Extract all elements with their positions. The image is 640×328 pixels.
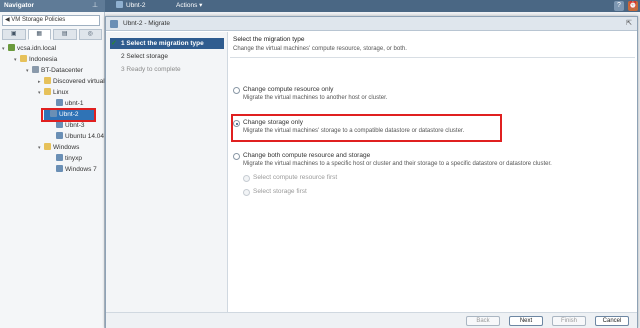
radio-storage-first [243,189,250,196]
vm-icon [56,121,63,128]
tree-label: Ubuntu 14.04 T [65,133,110,140]
tree-label: Windows 7 [65,166,97,173]
datacenter-icon [32,66,39,73]
tree-label: vcsa.idn.local [17,45,57,52]
navigator-title: Navigator [0,0,105,12]
pin-icon[interactable]: ⊥ [92,2,100,10]
tree-item-windows[interactable]: ▾ Windows [38,142,79,153]
vm-icon [110,20,118,28]
vcenter-icon [8,44,15,51]
folder-icon [44,143,51,150]
chevron-down-icon: ▾ [199,2,203,9]
vm-icon [116,1,123,8]
tab-network[interactable]: ◎ [78,29,102,40]
object-tab[interactable]: Ubnt-2 [116,0,146,12]
tree-label: Indonesia [29,56,58,63]
tree-item-indonesia[interactable]: ▾ Indonesia [14,54,57,65]
minimize-icon[interactable]: ⇱ [625,20,633,28]
back-button[interactable]: Back [466,316,500,326]
navigator-panel: ◀ VM Storage Policies ▣ ▦ ▤ ◎ ▾ vcsa.idn.… [0,12,110,328]
option-label: Select storage first [253,188,307,195]
selection-highlight-box [41,108,96,122]
alarm-icon[interactable]: ⏰ [628,1,638,11]
divider [230,57,635,58]
step-label: 2 Select storage [121,53,168,60]
vm-icon [56,154,63,161]
vm-storage-policies-link[interactable]: ◀ VM Storage Policies [2,15,100,26]
vm-icon [56,99,63,106]
navigator-tabs: ▣ ▦ ▤ ◎ [2,29,102,40]
finish-button[interactable]: Finish [552,316,586,326]
option-label: Change compute resource only [243,86,334,93]
wizard-main: Select the migration type Change the vir… [230,34,635,312]
vm-icon [56,132,63,139]
tree-item-datacenter[interactable]: ▾ BT-Datacenter [26,65,83,76]
tree-item-linux[interactable]: ▾ Linux [38,87,69,98]
radio-compute-first [243,175,250,182]
dialog-footer: Back Next Finish Cancel [106,312,637,328]
help-icon[interactable]: ? [614,1,624,11]
tree-item-vcsa[interactable]: ▾ vcsa.idn.local [2,43,56,54]
tree-label: ubnt-1 [65,100,84,107]
tree-label: BT-Datacenter [41,67,83,74]
tree-item-discovered[interactable]: ▸ Discovered virtual [38,76,105,87]
radio-compute-only[interactable] [233,87,240,94]
folder-icon [44,77,51,84]
option-highlight-box [231,114,502,142]
tree-label: Discovered virtual [53,78,105,85]
top-bar: Navigator ⊥ Ubnt-2 Actions ▾ ? ⏰ [0,0,640,12]
tree-label: tinyxp [65,155,82,162]
page-title: Select the migration type [233,36,305,43]
tree-item-tinyxp[interactable]: tinyxp [50,153,82,164]
object-tab-label: Ubnt-2 [126,2,146,9]
radio-compute-and-storage[interactable] [233,153,240,160]
tab-vms[interactable]: ▦ [27,29,51,40]
step-label: 3 Ready to complete [121,66,181,73]
step-select-storage[interactable]: 2 Select storage [110,51,224,62]
check-icon: ✓ [111,40,117,47]
option-label: Change both compute resource and storage [243,152,371,159]
tree-label: Windows [53,144,80,151]
actions-label: Actions [176,2,198,9]
folder-icon [44,88,51,95]
folder-icon [20,55,27,62]
wizard-steps: ✓ 1 Select the migration type 2 Select s… [106,32,228,312]
tree-item-ubuntu-14[interactable]: Ubuntu 14.04 T [50,131,110,142]
cancel-button[interactable]: Cancel [595,316,629,326]
vm-icon [56,165,63,172]
migrate-dialog: Ubnt-2 - Migrate ⇱ ✓ 1 Select the migrat… [105,16,638,328]
page-subtitle: Change the virtual machines' compute res… [233,46,407,52]
actions-menu[interactable]: Actions ▾ [176,0,202,12]
tab-hosts[interactable]: ▣ [2,29,26,40]
tab-storage[interactable]: ▤ [53,29,77,40]
dialog-title-bar: Ubnt-2 - Migrate ⇱ [106,17,637,31]
tree-item-windows-7[interactable]: Windows 7 [50,164,97,175]
tree-label: Ubnt-3 [65,122,85,129]
option-description: Migrate the virtual machines to a specif… [243,161,552,167]
step-select-migration-type[interactable]: ✓ 1 Select the migration type [110,38,224,49]
next-button[interactable]: Next [509,316,543,326]
option-description: Migrate the virtual machines to another … [243,95,388,101]
option-label: Select compute resource first [253,174,338,181]
dialog-title: Ubnt-2 - Migrate [123,20,170,27]
step-label: 1 Select the migration type [121,40,204,47]
tree-label: Linux [53,89,69,96]
step-ready-to-complete: 3 Ready to complete [110,64,224,75]
